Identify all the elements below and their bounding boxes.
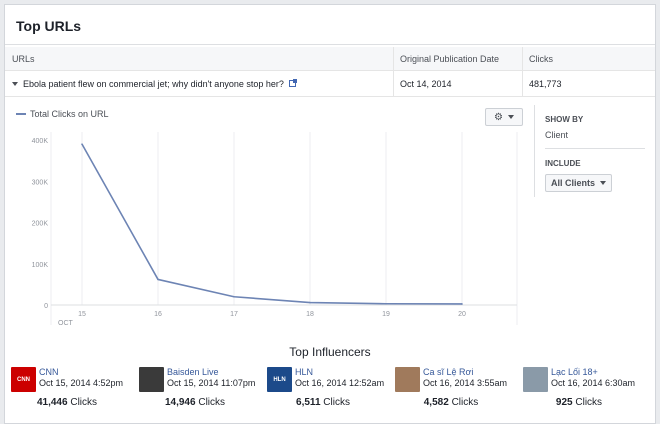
table-row[interactable]: Ebola patient flew on commercial jet; wh… bbox=[5, 71, 655, 97]
influencer-name[interactable]: CNN bbox=[39, 367, 59, 377]
influencer-clicks-suffix: Clicks bbox=[70, 397, 98, 408]
y-tick-label: 0 bbox=[44, 303, 48, 310]
column-header-clicks[interactable]: Clicks bbox=[523, 47, 655, 70]
influencers-title: Top Influencers bbox=[289, 345, 371, 359]
gear-icon: ⚙ bbox=[494, 111, 503, 123]
x-month-label: OCT bbox=[58, 320, 74, 327]
data-point bbox=[461, 303, 463, 305]
column-header-date[interactable]: Original Publication Date bbox=[394, 47, 523, 70]
clicks-cell: 481,773 bbox=[529, 78, 562, 89]
influencer-item[interactable]: CNN CNN Oct 15, 2014 4:52pm 41,446 Clicks bbox=[11, 367, 139, 417]
url-cell: Ebola patient flew on commercial jet; wh… bbox=[5, 71, 394, 96]
influencer-name[interactable]: Lạc Lối 18+ bbox=[551, 367, 598, 377]
influencer-clicks-suffix: Clicks bbox=[198, 397, 226, 408]
data-point bbox=[385, 302, 387, 305]
influencer-name[interactable]: HLN bbox=[295, 367, 313, 377]
influencer-clicks: 14,946 Clicks bbox=[139, 397, 251, 408]
panel-title: Top URLs bbox=[16, 18, 82, 34]
influencer-item[interactable]: Lạc Lối 18+ Oct 16, 2014 6:30am 925 Clicks bbox=[523, 367, 651, 417]
include-select[interactable]: All Clients bbox=[545, 174, 613, 192]
show-by-label: SHOW BY bbox=[545, 115, 584, 124]
y-tick-label: 200K bbox=[32, 221, 49, 228]
data-point bbox=[81, 143, 83, 145]
x-tick-label: 18 bbox=[306, 311, 314, 318]
expand-caret-icon[interactable] bbox=[12, 81, 18, 86]
avatar[interactable] bbox=[523, 367, 548, 392]
url-link[interactable]: Ebola patient flew on commercial jet; wh… bbox=[23, 79, 284, 89]
legend-label: Total Clicks on URL bbox=[30, 109, 109, 119]
data-point bbox=[309, 301, 311, 304]
influencer-clicks-suffix: Clicks bbox=[323, 397, 350, 408]
x-tick-label: 15 bbox=[78, 311, 86, 318]
include-select-value: All Clients bbox=[551, 178, 596, 188]
influencer-clicks-value: 41,446 bbox=[36, 397, 68, 408]
include-label: INCLUDE bbox=[545, 159, 581, 168]
date-cell: Oct 14, 2014 bbox=[394, 71, 523, 96]
influencer-item[interactable]: HLN HLN Oct 16, 2014 12:52am 6,511 Clicks bbox=[267, 367, 395, 417]
series-line bbox=[81, 143, 463, 305]
influencer-clicks-value: 925 bbox=[555, 397, 573, 408]
chevron-down-icon bbox=[507, 115, 514, 119]
influencer-date: Oct 15, 2014 11:07pm bbox=[167, 378, 256, 388]
influencer-item[interactable]: Baisden Live Oct 15, 2014 11:07pm 14,946 C… bbox=[139, 367, 267, 417]
top-urls-panel: Top URLs URLs Original Publication Date … bbox=[4, 4, 656, 424]
y-tick-label: 300K bbox=[32, 179, 49, 186]
chevron-down-icon bbox=[600, 181, 607, 185]
panel-header: Top URLs bbox=[5, 5, 655, 45]
influencer-item[interactable]: Ca sĩ Lệ Rơi Oct 16, 2014 3:55am 4,582 Cli… bbox=[395, 367, 523, 417]
influencer-date: Oct 15, 2014 4:52pm bbox=[39, 378, 124, 388]
influencer-date: Oct 16, 2014 3:55am bbox=[423, 378, 508, 388]
external-link-icon[interactable] bbox=[288, 79, 297, 87]
influencer-name[interactable]: Ca sĩ Lệ Rơi bbox=[423, 367, 473, 377]
avatar[interactable]: CNN bbox=[11, 367, 36, 392]
influencer-clicks-value: 14,946 bbox=[164, 397, 196, 408]
influencer-clicks-value: 4,582 bbox=[423, 397, 449, 408]
show-by-value[interactable]: Client bbox=[545, 130, 645, 149]
url-table: URLs Original Publication Date Clicks Eb… bbox=[5, 47, 655, 97]
influencer-date: Oct 16, 2014 6:30am bbox=[551, 378, 636, 388]
data-point bbox=[157, 278, 159, 281]
avatar[interactable] bbox=[139, 367, 164, 392]
avatar[interactable] bbox=[395, 367, 420, 392]
chart-legend: Total Clicks on URL bbox=[16, 109, 109, 119]
table-header: URLs Original Publication Date Clicks bbox=[5, 47, 655, 71]
y-tick-label: 100K bbox=[32, 262, 49, 269]
avatar[interactable]: HLN bbox=[267, 367, 292, 392]
chart-settings-button[interactable]: ⚙ bbox=[485, 108, 523, 126]
x-tick-label: 16 bbox=[154, 311, 162, 318]
influencers-list: CNN CNN Oct 15, 2014 4:52pm 41,446 Clicks Ba… bbox=[11, 367, 651, 417]
x-tick-label: 19 bbox=[382, 311, 390, 318]
influencer-name[interactable]: Baisden Live bbox=[167, 367, 219, 377]
influencer-clicks: 925 Clicks bbox=[523, 397, 635, 408]
column-header-urls[interactable]: URLs bbox=[5, 47, 394, 70]
influencer-date: Oct 16, 2014 12:52am bbox=[295, 378, 385, 388]
x-tick-label: 20 bbox=[458, 311, 466, 318]
clicks-line-chart: 0 100K 200K 300K 400K 15 16 17 18 19 20 OCT bbox=[32, 132, 518, 327]
data-point bbox=[233, 295, 235, 298]
y-tick-label: 400K bbox=[32, 138, 49, 145]
influencer-clicks-value: 6,511 bbox=[296, 397, 321, 408]
influencer-clicks: 41,446 Clicks bbox=[11, 397, 123, 408]
chart-area: 0 100K 200K 300K 400K 15 16 17 18 19 20 OCT Total C… bbox=[5, 98, 535, 334]
x-tick-label: 17 bbox=[230, 311, 238, 318]
chart-options-panel: SHOW BY Client INCLUDE All Clients bbox=[534, 105, 652, 197]
legend-swatch bbox=[16, 113, 26, 115]
influencer-clicks: 4,582 Clicks bbox=[395, 397, 507, 408]
influencer-clicks-suffix: Clicks bbox=[575, 397, 603, 408]
influencer-clicks-suffix: Clicks bbox=[451, 397, 479, 408]
influencer-clicks: 6,511 Clicks bbox=[267, 397, 379, 408]
